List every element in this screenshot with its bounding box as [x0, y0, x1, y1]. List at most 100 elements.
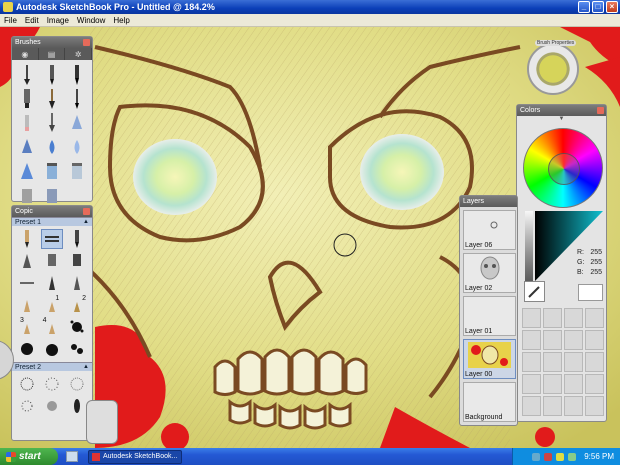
menu-edit[interactable]: Edit [21, 16, 43, 25]
swatch-slot[interactable] [564, 308, 583, 328]
fill-bucket-icon[interactable] [65, 160, 88, 182]
preset-1-bar[interactable]: Preset 1 ▲ [12, 217, 92, 226]
colors-close-icon[interactable] [597, 107, 604, 114]
brush-tab-sets[interactable]: ▤ [39, 48, 66, 60]
swatch-slot[interactable] [522, 396, 541, 416]
r-value[interactable]: 255 [590, 248, 602, 258]
layer-item[interactable]: Background [463, 382, 516, 422]
swatch-slot[interactable] [564, 330, 583, 350]
swatch-slot[interactable] [564, 352, 583, 372]
ink-pen-icon[interactable] [65, 88, 88, 110]
swatch-slot[interactable] [543, 374, 562, 394]
color-wheel[interactable] [523, 128, 603, 208]
swatch-slot[interactable] [585, 330, 604, 350]
eyedropper-icon[interactable] [524, 281, 545, 302]
copic-blot-icon[interactable] [16, 339, 39, 359]
jar-icon[interactable] [41, 160, 64, 182]
copic-speckle-icon[interactable] [65, 339, 88, 359]
brushes-panel-header[interactable]: Brushes [12, 37, 92, 48]
copic-tip-c-icon[interactable] [16, 295, 39, 315]
swatch-slot[interactable] [585, 308, 604, 328]
copic-splatter-icon[interactable] [65, 317, 88, 337]
copic-close-icon[interactable] [83, 208, 90, 215]
collapse-icon[interactable]: ▲ [83, 218, 89, 227]
network-icon[interactable] [532, 452, 541, 461]
copic-wide-icon[interactable] [41, 251, 64, 271]
swatch-slot[interactable] [585, 352, 604, 372]
lagoon-tools-widget[interactable] [86, 400, 118, 444]
airbrush-icon[interactable] [16, 64, 39, 86]
paint-can-2-icon[interactable] [41, 184, 64, 206]
paint-can-icon[interactable] [16, 184, 39, 206]
menu-file[interactable]: File [0, 16, 21, 25]
menu-image[interactable]: Image [43, 16, 73, 25]
water-drop-icon[interactable] [65, 136, 88, 158]
copic-chisel-icon[interactable] [40, 229, 64, 249]
paintbrush-icon[interactable] [41, 88, 64, 110]
copic-tip-b-icon[interactable] [65, 273, 88, 293]
layers-panel-header[interactable]: Layers [460, 196, 517, 207]
layer-item[interactable]: Layer 06 [463, 210, 516, 250]
pen-icon[interactable] [65, 64, 88, 86]
copic-tip-a-icon[interactable] [41, 273, 64, 293]
current-color-swatch[interactable] [578, 284, 603, 301]
texture-3-icon[interactable] [65, 374, 88, 394]
swatch-slot[interactable] [522, 374, 541, 394]
taskbar-app-button[interactable]: Autodesk SketchBook... [88, 449, 182, 464]
copic-blob-icon[interactable] [41, 339, 64, 359]
layer-item-selected[interactable]: Layer 00 [463, 339, 516, 379]
swatch-slot[interactable] [564, 374, 583, 394]
texture-2-icon[interactable] [41, 374, 64, 394]
start-button[interactable]: start [0, 448, 58, 465]
copic-marker-icon[interactable] [16, 229, 39, 249]
b-value[interactable]: 255 [590, 268, 602, 278]
close-button[interactable]: × [606, 1, 618, 13]
maximize-button[interactable]: □ [592, 1, 604, 13]
texture-1-icon[interactable] [16, 374, 39, 394]
swatch-slot[interactable] [543, 396, 562, 416]
copic-tip-1-icon[interactable]: 1 [41, 295, 64, 315]
layer-item[interactable]: Layer 02 [463, 253, 516, 293]
color-wheel-inner[interactable] [548, 153, 580, 185]
pencil-icon[interactable] [41, 64, 64, 86]
copic-tip-4-icon[interactable]: 4 [41, 317, 64, 337]
triangle-tool-icon[interactable] [16, 160, 39, 182]
brush-puck[interactable] [527, 43, 579, 95]
eraser-icon[interactable] [16, 112, 39, 134]
colors-collapse-icon[interactable]: ▼ [517, 116, 606, 124]
security-icon[interactable] [544, 452, 553, 461]
layer-item[interactable]: Layer 01 [463, 296, 516, 336]
collapse-2-icon[interactable]: ▲ [83, 363, 89, 372]
tray-app-icon[interactable] [556, 452, 565, 461]
copic-fine-icon[interactable] [65, 229, 88, 249]
copic-tip-3-icon[interactable]: 3 [16, 317, 39, 337]
g-value[interactable]: 255 [590, 258, 602, 268]
colors-panel-header[interactable]: Colors [517, 105, 606, 116]
copic-brush-tip-icon[interactable] [16, 251, 39, 271]
menu-help[interactable]: Help [109, 16, 133, 25]
copic-tip-2-icon[interactable]: 2 [65, 295, 88, 315]
texture-6-icon[interactable] [65, 396, 88, 416]
quick-launch-icon[interactable] [66, 451, 78, 462]
swatch-slot[interactable] [564, 396, 583, 416]
texture-5-icon[interactable] [41, 396, 64, 416]
copic-dash-icon[interactable] [16, 273, 39, 293]
brushes-close-icon[interactable] [83, 39, 90, 46]
sharpen-icon[interactable] [16, 136, 39, 158]
swatch-slot[interactable] [585, 374, 604, 394]
copic-square-icon[interactable] [65, 251, 88, 271]
drop-icon[interactable] [41, 136, 64, 158]
brush-tab-brushes[interactable]: ◉ [12, 48, 39, 60]
texture-4-icon[interactable] [16, 396, 39, 416]
swatch-slot[interactable] [522, 308, 541, 328]
swatch-slot[interactable] [543, 330, 562, 350]
swatch-slot[interactable] [543, 352, 562, 372]
marker-icon[interactable] [16, 88, 39, 110]
copic-panel-header[interactable]: Copic [12, 206, 92, 217]
minimize-button[interactable]: _ [578, 1, 590, 13]
swatch-slot[interactable] [585, 396, 604, 416]
volume-icon[interactable] [568, 452, 577, 461]
swatch-slot[interactable] [522, 352, 541, 372]
blur-icon[interactable] [65, 112, 88, 134]
smudge-icon[interactable] [41, 112, 64, 134]
